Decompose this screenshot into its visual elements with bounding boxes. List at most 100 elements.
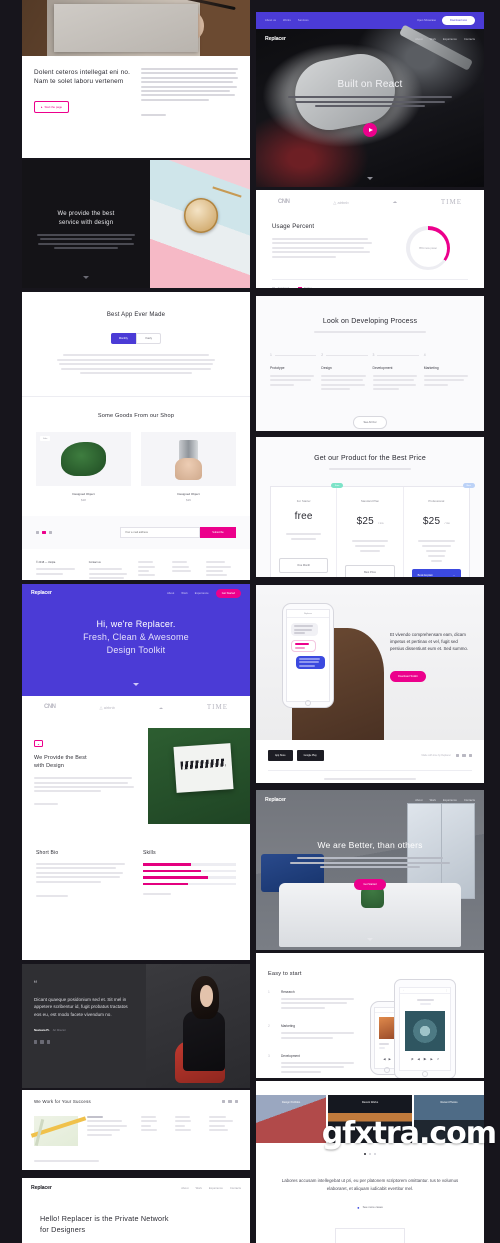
nav-link-experience[interactable]: Experience bbox=[195, 592, 209, 595]
chat-socials[interactable] bbox=[455, 753, 472, 758]
plan-button[interactable]: Book Explain → bbox=[411, 569, 461, 577]
play-icon[interactable]: ▶ bbox=[424, 1057, 427, 1061]
process-see-all-button[interactable]: See All Our bbox=[353, 415, 387, 429]
more-icon[interactable]: ⋮ bbox=[445, 990, 447, 992]
footer-col1[interactable] bbox=[137, 561, 164, 577]
app-store-button[interactable]: App Store bbox=[268, 750, 293, 761]
nav-links[interactable]: About Work Experience bbox=[167, 592, 209, 595]
gallery-card[interactable]: Design Portfolio bbox=[256, 1095, 326, 1143]
facebook-icon[interactable] bbox=[455, 753, 460, 758]
chat-download-button[interactable]: Download Toolkit bbox=[390, 670, 426, 682]
footer-links-a[interactable] bbox=[141, 1116, 166, 1146]
prev-icon[interactable]: ◀ bbox=[417, 1057, 419, 1061]
newsletter-subscribe-button[interactable]: Subscribe bbox=[200, 527, 236, 539]
newsletter-input[interactable] bbox=[120, 527, 200, 539]
nav-link-work[interactable]: Work bbox=[181, 592, 187, 595]
bio-link[interactable] bbox=[36, 894, 129, 897]
better-cta-button[interactable]: Get Started bbox=[354, 879, 386, 891]
twitter-icon[interactable] bbox=[462, 753, 466, 758]
facebook-icon[interactable] bbox=[221, 1099, 226, 1104]
promo-link-about[interactable]: About us bbox=[265, 19, 276, 22]
nav-link-experience[interactable]: Experience bbox=[209, 1187, 223, 1190]
usage-body bbox=[272, 238, 376, 258]
nav-links[interactable]: About Work Experience Contacts bbox=[181, 1187, 241, 1190]
promo-download-button[interactable]: Download now bbox=[441, 16, 475, 25]
writing-read-more[interactable] bbox=[141, 113, 238, 116]
footer-contact-lines bbox=[88, 568, 130, 580]
plan-badge: Free bbox=[330, 483, 344, 489]
gallery-card-caption: Recent Photos bbox=[440, 1101, 458, 1104]
promo-link-works[interactable]: Works bbox=[283, 19, 291, 22]
scroll-down-icon[interactable] bbox=[367, 177, 373, 180]
map-thumbnail[interactable] bbox=[34, 1116, 78, 1146]
footer-note bbox=[36, 568, 81, 575]
nav-link-contacts[interactable]: Contacts bbox=[230, 1187, 241, 1190]
testimonial-socials[interactable] bbox=[34, 1040, 134, 1044]
nav-link-about[interactable]: About bbox=[181, 1187, 188, 1190]
back-icon[interactable]: ‹ bbox=[403, 990, 404, 992]
play-icon[interactable]: ▶ bbox=[389, 1057, 391, 1061]
next-icon[interactable]: ▶ bbox=[430, 1057, 432, 1061]
gallery-link[interactable]: ● See more cases bbox=[357, 1205, 383, 1210]
facebook-icon[interactable] bbox=[36, 530, 40, 535]
scroll-down-icon[interactable] bbox=[133, 683, 139, 686]
pricing-card[interactable]: For Starter free One Month Free bbox=[271, 483, 344, 577]
promo-link-services[interactable]: Services bbox=[298, 19, 309, 22]
google-play-button[interactable]: Google Play bbox=[296, 750, 324, 761]
process-step-body bbox=[372, 375, 419, 391]
logo[interactable]: Replacer bbox=[31, 1185, 52, 1191]
nav-link-experience[interactable]: Experience bbox=[443, 38, 457, 41]
nav-link-about[interactable]: About bbox=[167, 592, 174, 595]
promo-links[interactable]: About us Works Services bbox=[265, 19, 309, 22]
pricing-card[interactable]: Standard Plan $25 / mo Best Price bbox=[336, 487, 402, 577]
nav-link-experience[interactable]: Experience bbox=[443, 799, 457, 802]
best-app-toggle-monthly[interactable]: Monthly bbox=[110, 333, 136, 344]
shuffle-icon[interactable]: ⇄ bbox=[411, 1058, 413, 1061]
twitter-icon[interactable] bbox=[228, 1099, 232, 1104]
legend-item-facebook[interactable]: Facebook bbox=[272, 286, 289, 288]
nav-link-work[interactable]: Work bbox=[430, 38, 436, 41]
pricing-card[interactable]: Professional $25 / mo Book Explain → Bes… bbox=[402, 483, 475, 577]
legend-swatch bbox=[298, 286, 302, 288]
provide-link[interactable] bbox=[34, 803, 136, 806]
product-card[interactable]: Designed Object $29 bbox=[141, 432, 236, 502]
writing-cta-button[interactable]: ▸ Start the page bbox=[34, 101, 70, 113]
social-links[interactable] bbox=[36, 530, 53, 535]
best-app-toggle-yearly[interactable]: Yearly bbox=[135, 333, 162, 344]
product-card[interactable]: Sale Designed Object $18 bbox=[36, 432, 131, 502]
footer-links-c[interactable] bbox=[209, 1116, 238, 1146]
nav-link-about[interactable]: About bbox=[415, 38, 422, 41]
instagram-icon[interactable] bbox=[48, 530, 53, 535]
logo[interactable]: Replacer bbox=[265, 797, 286, 803]
logo[interactable]: Replacer bbox=[31, 590, 52, 596]
twitter-icon[interactable] bbox=[40, 1040, 44, 1044]
instagram-icon[interactable] bbox=[468, 753, 472, 758]
instagram-icon[interactable] bbox=[46, 1040, 51, 1044]
nav-link-contacts[interactable]: Contacts bbox=[464, 799, 475, 802]
footer-socials[interactable] bbox=[221, 1099, 238, 1104]
skills-link[interactable] bbox=[143, 893, 236, 896]
nav-link-about[interactable]: About bbox=[415, 799, 422, 802]
footer-col2[interactable] bbox=[172, 561, 198, 572]
get-started-button[interactable]: Get Started bbox=[215, 588, 241, 598]
scroll-down-icon[interactable] bbox=[367, 938, 373, 941]
nav-link-contacts[interactable]: Contacts bbox=[464, 38, 475, 41]
nav-links[interactable]: About Work Experience Contacts bbox=[415, 799, 475, 802]
prev-icon[interactable]: ◀ bbox=[383, 1057, 385, 1061]
plan-button[interactable]: One Month bbox=[279, 558, 329, 573]
nav-links[interactable]: About Work Experience Contacts bbox=[415, 38, 475, 41]
footer-col3[interactable] bbox=[206, 561, 236, 577]
instagram-icon[interactable] bbox=[234, 1099, 238, 1104]
legend-item-twitter[interactable]: Twitter bbox=[298, 286, 312, 288]
facebook-icon[interactable] bbox=[34, 1040, 38, 1044]
play-video-button[interactable] bbox=[363, 123, 377, 138]
plan-button[interactable]: Best Price bbox=[345, 565, 395, 577]
footer-links-b[interactable] bbox=[175, 1116, 200, 1146]
repeat-icon[interactable]: ↺ bbox=[437, 1058, 439, 1061]
scroll-down-icon[interactable] bbox=[83, 276, 89, 279]
promo-showcase-link[interactable]: Open Showcase bbox=[417, 19, 436, 22]
twitter-icon[interactable] bbox=[42, 530, 46, 535]
logo[interactable]: Replacer bbox=[265, 36, 286, 42]
nav-link-work[interactable]: Work bbox=[196, 1187, 202, 1190]
nav-link-work[interactable]: Work bbox=[430, 799, 436, 802]
